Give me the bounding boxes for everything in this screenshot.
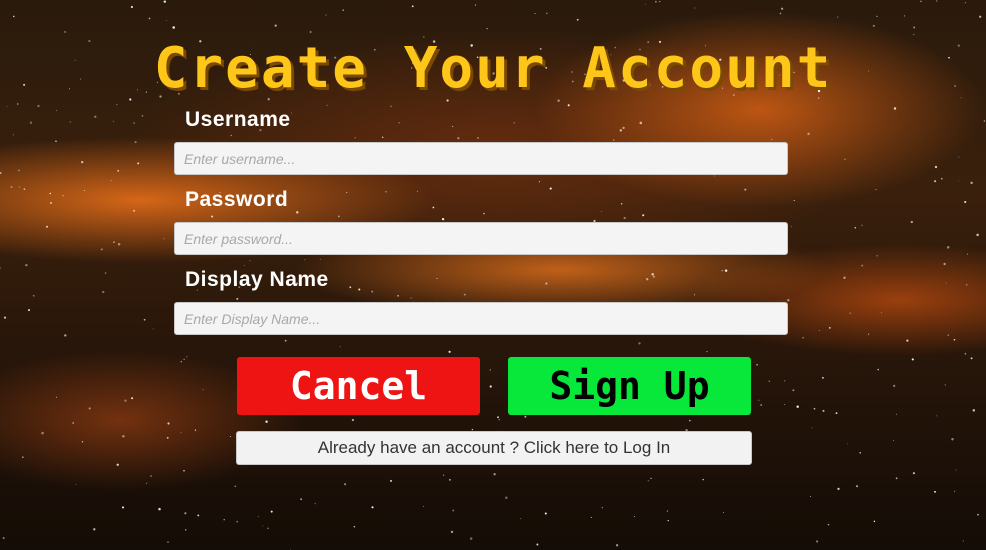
username-label: Username [185,108,291,131]
cancel-button[interactable]: Cancel [237,357,480,415]
password-input[interactable] [174,222,788,255]
sign-up-button[interactable]: Sign Up [508,357,751,415]
display-name-label: Display Name [185,268,329,291]
page-title: Create Your Account [153,36,833,101]
login-link-button[interactable]: Already have an account ? Click here to … [236,431,752,465]
display-name-input[interactable] [174,302,788,335]
username-input[interactable] [174,142,788,175]
password-label: Password [185,188,289,211]
